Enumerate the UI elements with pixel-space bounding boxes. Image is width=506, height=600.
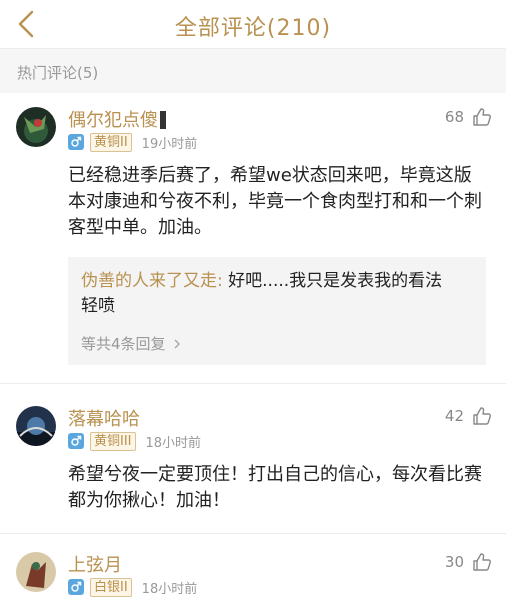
comment-time: 19小时前 — [141, 136, 198, 152]
comments-page: 全部评论(210) 热门评论(5) 偶尔犯点傻 黄铜II 19小时前 68 已经… — [0, 0, 506, 600]
comment-item: 上弦月 白银II 18小时前 30 — [0, 534, 506, 600]
like-area: 42 — [445, 406, 492, 426]
like-area: 30 — [445, 552, 492, 572]
comment-item: 落幕哈哈 黄铜III 18小时前 42 希望兮夜一定要顶住！打出自己的信心，每次… — [0, 384, 506, 534]
section-title: 热门评论(5) — [17, 64, 99, 82]
avatar[interactable] — [16, 406, 56, 446]
comment-text: 希望兮夜一定要顶住！打出自己的信心，每次看比赛都为你揪心！加油！ — [68, 464, 482, 511]
male-gender-icon — [68, 433, 84, 449]
male-gender-icon — [68, 134, 84, 150]
avatar[interactable] — [16, 107, 56, 147]
comment-time: 18小时前 — [141, 581, 198, 597]
page-title: 全部评论(210) — [174, 16, 332, 41]
header-bar: 全部评论(210) — [0, 0, 506, 49]
hot-comments-section: 热门评论(5) — [0, 49, 506, 93]
username-text: 偶尔犯点傻 — [68, 110, 158, 131]
username[interactable]: 落幕哈哈 — [68, 405, 140, 431]
reply-content: 伪善的人来了又走: 好吧.....我只是发表我的看法 轻喷 — [81, 269, 476, 319]
rank-badge: 白银II — [90, 577, 132, 597]
chevron-right-icon — [174, 339, 181, 349]
reply-author[interactable]: 伪善的人来了又走: — [81, 271, 223, 291]
thumbs-up-icon[interactable] — [472, 406, 492, 426]
username[interactable]: 上弦月 — [68, 551, 122, 577]
like-count: 42 — [444, 407, 464, 425]
male-gender-icon — [68, 579, 84, 595]
comment-text: 已经稳进季后赛了，希望we状态回来吧，毕竟这版本对康迪和兮夜不利，毕竟一个食肉型… — [68, 165, 482, 238]
rank-badge: 黄铜II — [90, 132, 132, 152]
comment-time: 18小时前 — [145, 435, 202, 451]
user-meta: 白银II 18小时前 — [68, 577, 197, 597]
comment-item: 偶尔犯点傻 黄铜II 19小时前 68 已经稳进季后赛了，希望we状态回来吧，毕… — [0, 93, 506, 380]
like-area: 68 — [445, 107, 492, 127]
reply-box[interactable]: 伪善的人来了又走: 好吧.....我只是发表我的看法 轻喷 等共4条回复 — [68, 257, 486, 365]
user-meta: 黄铜II 19小时前 — [68, 132, 197, 152]
thumbs-up-icon[interactable] — [472, 552, 492, 572]
more-replies-link[interactable]: 等共4条回复 — [81, 333, 182, 354]
thumbs-up-icon[interactable] — [472, 107, 492, 127]
user-meta: 黄铜III 18小时前 — [68, 431, 201, 451]
like-count: 68 — [444, 108, 464, 126]
username[interactable]: 偶尔犯点傻 — [68, 106, 166, 132]
cursor-mark — [160, 111, 166, 129]
more-replies-label: 等共4条回复 — [81, 335, 166, 353]
avatar[interactable] — [16, 552, 56, 592]
rank-badge: 黄铜III — [90, 431, 136, 451]
like-count: 30 — [444, 553, 464, 571]
